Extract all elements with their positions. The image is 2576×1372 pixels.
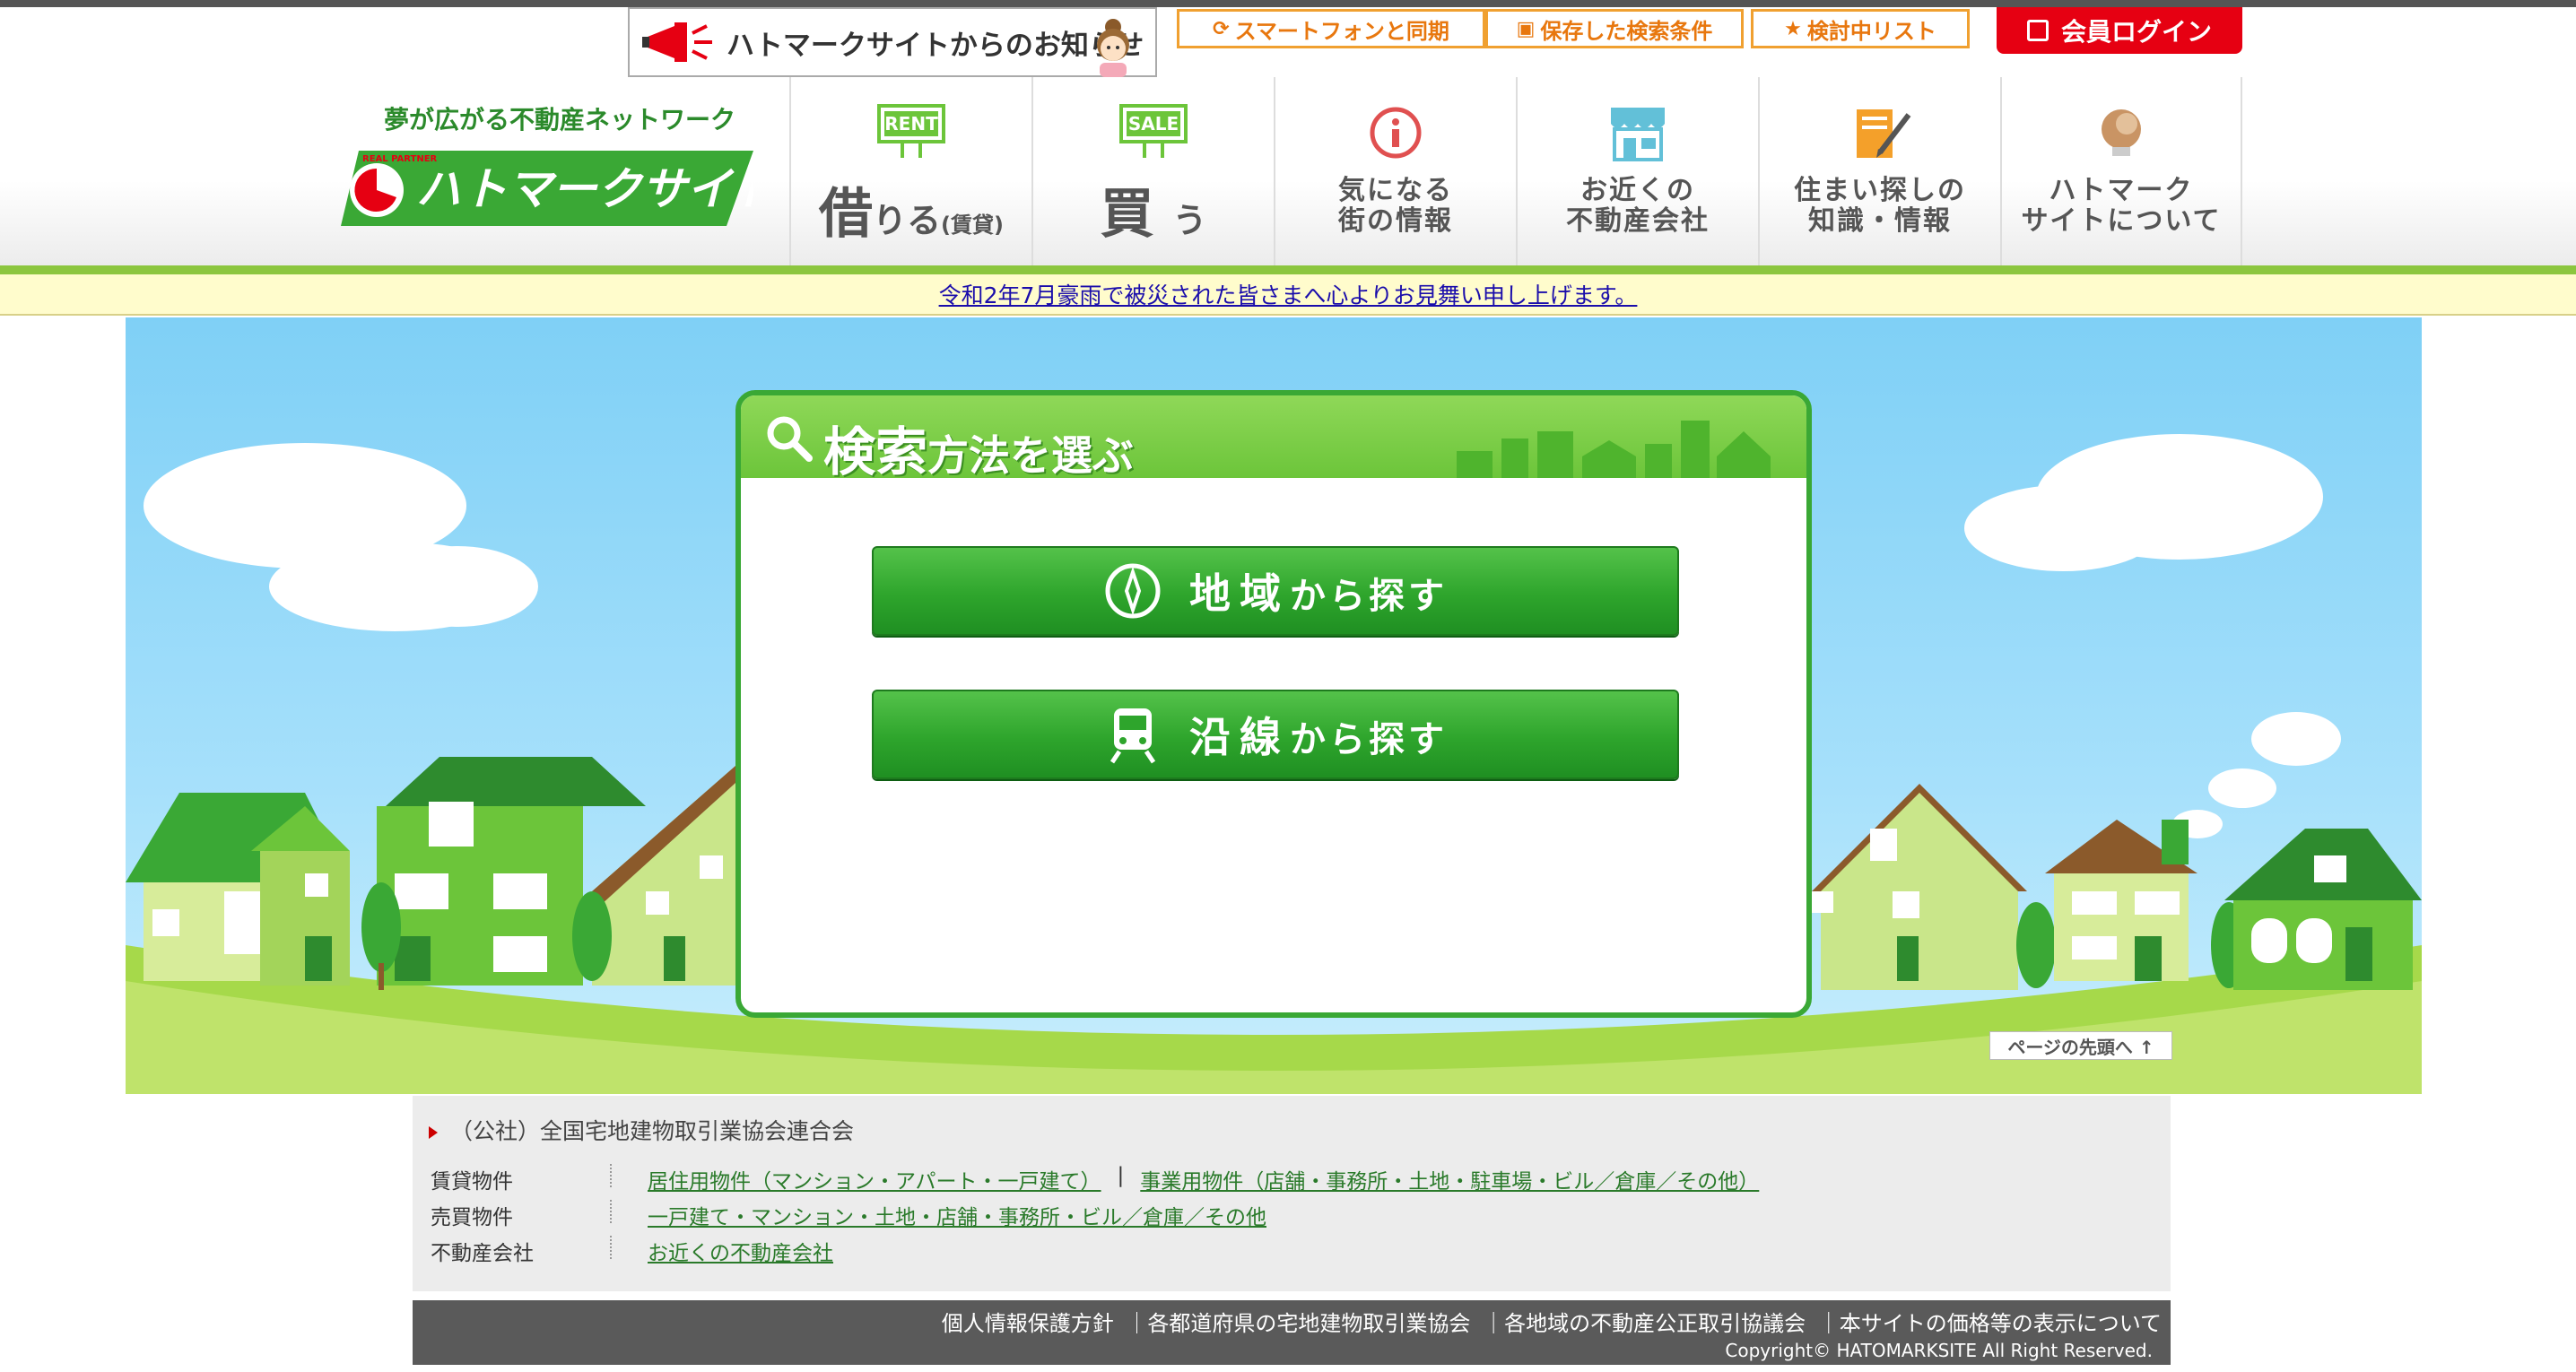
footer-links: （公社）全国宅地建物取引業協会連合会 賃貸物件 居住用物件（マンション・アパート…: [413, 1096, 2171, 1291]
bulb-icon: [2102, 109, 2141, 156]
tagline: 夢が広がる不動産ネットワーク: [384, 105, 736, 135]
compass-icon: [1105, 563, 1161, 619]
footer-separator: [610, 1200, 612, 1223]
sale-badge: SALE: [1128, 113, 1179, 135]
prefecture-association-link[interactable]: ｜各都道府県の宅地建物取引業協会: [1126, 1311, 1470, 1336]
search-by-line-button[interactable]: 沿線から探す: [872, 690, 1679, 779]
rent-badge: RENT: [884, 113, 938, 135]
announcement-link[interactable]: 令和2年7月豪雨で被災された皆さまへ心よりお見舞い申し上げます。: [939, 278, 1638, 310]
nav-buy-label: 買 う: [1100, 183, 1207, 246]
footer-bottom-links: 個人情報保護方針 ｜各都道府県の宅地建物取引業協会 ｜各地域の不動産公正取引協議…: [936, 1306, 2162, 1337]
nav-buy[interactable]: SALE 買 う: [1031, 77, 1274, 265]
footer-separator: [610, 1164, 612, 1187]
footer-row-sale: 売買物件 一戸建て・マンション・土地・店舗・事務所・ビル／倉庫／その他: [431, 1200, 1266, 1230]
login-button[interactable]: 会員ログイン: [1997, 7, 2242, 54]
saved-search-button[interactable]: ▣ 保存した検索条件: [1485, 9, 1744, 48]
nav-nearby-agents-label: お近くの 不動産会社: [1566, 175, 1710, 237]
login-label: 会員ログイン: [2060, 17, 2212, 47]
nav-knowledge-label: 住まい探しの 知識・情報: [1794, 175, 1966, 237]
girl-illustration-icon: [1097, 19, 1129, 77]
footer-link-residential-rent[interactable]: 居住用物件（マンション・アパート・一戸建て）: [648, 1164, 1101, 1194]
saved-search-label: 保存した検索条件: [1540, 18, 1713, 44]
page-top-link[interactable]: ページの先頭へ ↑: [1989, 1031, 2172, 1060]
search-icon: [767, 416, 813, 462]
nav-town-info-label: 気になる 街の情報: [1338, 175, 1453, 237]
nav-about-label: ハトマーク サイトについて: [2021, 175, 2222, 237]
panel-header: 検索方法を選ぶ: [741, 395, 1806, 482]
footer-link-agents[interactable]: お近くの不動産会社: [648, 1236, 833, 1266]
search-by-area-label: 地域から探す: [1189, 569, 1448, 618]
top-border: [0, 0, 2576, 7]
announcement-bar: 令和2年7月豪雨で被災された皆さまへ心よりお見舞い申し上げます。: [0, 274, 2576, 316]
nav-town-info[interactable]: 気になる 街の情報: [1274, 77, 1516, 265]
logo-small-text: REAL PARTNER: [362, 154, 438, 164]
privacy-policy-link[interactable]: 個人情報保護方針: [942, 1311, 1114, 1336]
save-icon: ▣: [1516, 17, 1536, 40]
main-nav: RENT 借りる(賃貸) SALE 買 う 気になる 街の情報 お近くの 不動産…: [789, 77, 2242, 265]
nav-about[interactable]: ハトマーク サイトについて: [2000, 77, 2242, 265]
search-method-panel: 検索方法を選ぶ 地域から探す 沿線から探す: [735, 390, 1812, 1018]
shop-icon: [1611, 108, 1665, 161]
footer-bottom: 個人情報保護方針 ｜各都道府県の宅地建物取引業協会 ｜各地域の不動産公正取引協議…: [413, 1300, 2171, 1365]
sync-icon: ⟳: [1213, 17, 1230, 40]
rent-sign-icon: RENT: [877, 104, 945, 158]
footer-org: （公社）全国宅地建物取引業協会連合会: [429, 1114, 854, 1146]
footer-divider: |: [1117, 1164, 1125, 1187]
note-pencil-icon: [1857, 109, 1911, 158]
footer-row-label: 売買物件: [431, 1206, 513, 1229]
smartphone-sync-label: スマートフォンと同期: [1234, 18, 1449, 44]
nav-rent[interactable]: RENT 借りる(賃貸): [789, 77, 1031, 265]
footer-separator: [610, 1236, 612, 1259]
city-skyline-icon: [1457, 421, 1771, 478]
review-list-label: 検討中リスト: [1806, 18, 1936, 44]
footer-row-rent: 賃貸物件 居住用物件（マンション・アパート・一戸建て） | 事業用物件（店舗・事…: [431, 1164, 1759, 1194]
footer-row-label: 賃貸物件: [431, 1170, 513, 1194]
price-display-link[interactable]: ｜本サイトの価格等の表示について: [1818, 1311, 2162, 1336]
info-icon: [1370, 107, 1422, 159]
search-by-line-label: 沿線から探す: [1189, 713, 1448, 761]
footer-row-agents: 不動産会社 お近くの不動産会社: [431, 1236, 833, 1266]
sale-sign-icon: SALE: [1119, 104, 1188, 158]
site-logo[interactable]: ハトマークサイト REAL PARTNER: [341, 143, 753, 233]
smartphone-sync-button[interactable]: ⟳ スマートフォンと同期: [1177, 9, 1485, 48]
logo-text: ハトマークサイト: [416, 163, 753, 215]
copyright: Copyright© HATOMARKSITE All Right Reserv…: [1725, 1340, 2153, 1361]
panel-title: 検索方法を選ぶ: [823, 421, 1135, 482]
megaphone-icon: [642, 22, 712, 62]
notice-banner[interactable]: ハトマークサイトからのお知らせ: [628, 7, 1157, 77]
footer-link-sale[interactable]: 一戸建て・マンション・土地・店舗・事務所・ビル／倉庫／その他: [648, 1200, 1266, 1230]
footer-row-label: 不動産会社: [431, 1242, 534, 1265]
header-green-line: [0, 265, 2576, 274]
train-icon: [1110, 708, 1156, 764]
nav-rent-label: 借りる(賃貸): [819, 183, 1004, 246]
star-icon: ★: [1784, 17, 1802, 40]
review-list-button[interactable]: ★ 検討中リスト: [1751, 9, 1970, 48]
nav-nearby-agents[interactable]: お近くの 不動産会社: [1516, 77, 1758, 265]
footer-link-business-rent[interactable]: 事業用物件（店舗・事務所・土地・駐車場・ビル／倉庫／その他）: [1140, 1164, 1759, 1194]
nav-knowledge[interactable]: 住まい探しの 知識・情報: [1758, 77, 2000, 265]
lock-icon: [2026, 20, 2049, 41]
search-by-area-button[interactable]: 地域から探す: [872, 546, 1679, 636]
fair-trade-council-link[interactable]: ｜各地域の不動産公正取引協議会: [1483, 1311, 1806, 1336]
